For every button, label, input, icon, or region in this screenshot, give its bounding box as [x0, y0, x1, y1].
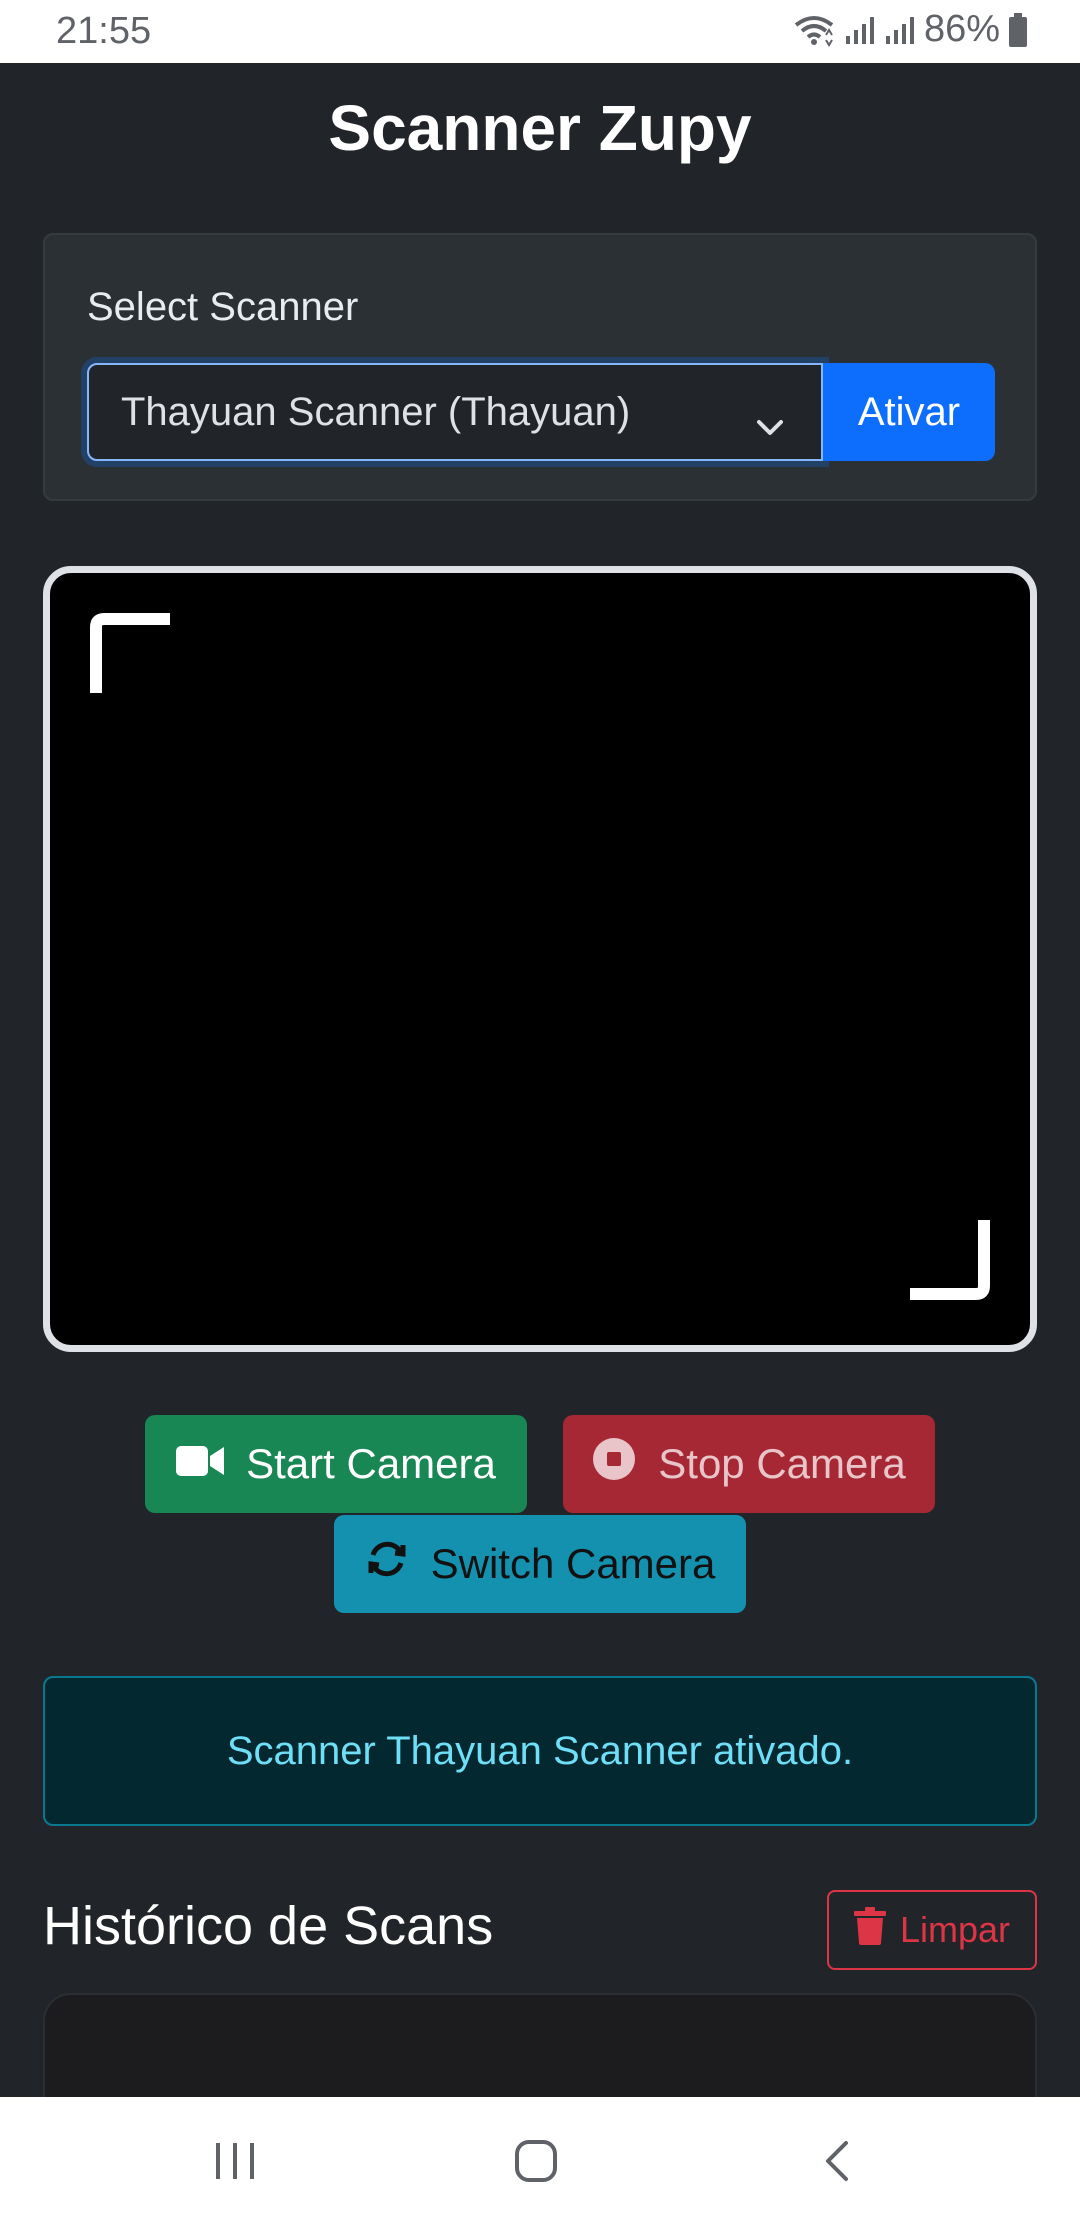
page-title: Scanner Zupy — [328, 92, 752, 164]
scanner-select-card: Select Scanner Thayuan Scanner (Thayuan)… — [43, 233, 1037, 501]
stop-circle-icon — [592, 1437, 636, 1491]
activate-button[interactable]: Ativar — [823, 363, 995, 461]
status-bar: 21:55 86% — [0, 0, 1080, 63]
status-alert: Scanner Thayuan Scanner ativado. — [43, 1676, 1037, 1826]
recents-icon[interactable] — [214, 2141, 256, 2186]
sync-arrows-icon — [365, 1537, 409, 1591]
start-camera-button[interactable]: Start Camera — [145, 1415, 527, 1513]
signal-icon — [884, 14, 916, 46]
battery-icon — [1008, 12, 1028, 47]
scanner-select-dropdown[interactable]: Thayuan Scanner (Thayuan) — [87, 363, 823, 461]
history-title: Histórico de Scans — [43, 1896, 494, 1956]
status-icons: 86% — [792, 8, 1028, 51]
scan-corner-top-left-icon — [90, 613, 170, 698]
scanner-select-value: Thayuan Scanner (Thayuan) — [121, 389, 631, 434]
stop-camera-label: Stop Camera — [658, 1440, 906, 1487]
trash-icon — [853, 1906, 886, 1954]
clear-history-button[interactable]: Limpar — [827, 1890, 1037, 1970]
history-list — [43, 1993, 1037, 2097]
start-camera-label: Start Camera — [246, 1440, 496, 1487]
scanner-select-label: Select Scanner — [87, 285, 359, 329]
status-alert-message: Scanner Thayuan Scanner ativado. — [226, 1728, 854, 1773]
system-nav-bar — [0, 2097, 1080, 2220]
chevron-down-icon — [755, 403, 785, 448]
page-content: Scanner Zupy Select Scanner Thayuan Scan… — [0, 63, 1080, 2097]
status-time: 21:55 — [56, 10, 152, 52]
video-camera-icon — [176, 1440, 225, 1488]
wifi-icon — [792, 13, 836, 47]
clear-history-label: Limpar — [899, 1909, 1011, 1950]
back-icon[interactable] — [822, 2139, 852, 2188]
switch-camera-label: Switch Camera — [430, 1540, 716, 1587]
signal-icon — [844, 14, 876, 46]
battery-percent: 86% — [923, 8, 1000, 50]
switch-camera-button[interactable]: Switch Camera — [334, 1515, 746, 1613]
scan-corner-bottom-right-icon — [910, 1220, 990, 1305]
home-icon[interactable] — [514, 2139, 558, 2188]
camera-viewport — [43, 566, 1037, 1352]
stop-camera-button[interactable]: Stop Camera — [563, 1415, 935, 1513]
